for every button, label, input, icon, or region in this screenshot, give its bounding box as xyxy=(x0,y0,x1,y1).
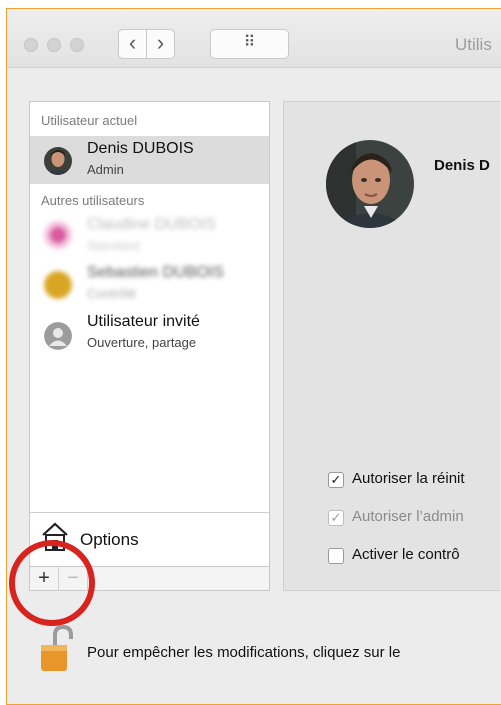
user-row-denis-dubois[interactable]: Denis DUBOIS Admin xyxy=(30,136,269,184)
show-all-button[interactable]: ⠿ xyxy=(210,29,289,59)
checkbox-label: Autoriser l’admin xyxy=(352,508,464,525)
user-role: Admin xyxy=(87,162,124,177)
guest-user-icon xyxy=(44,322,72,350)
user-name: Denis DUBOIS xyxy=(87,140,194,157)
zoom-window-button[interactable] xyxy=(70,38,84,52)
user-list: Utilisateur actuel Denis DUBOIS Admin Au… xyxy=(29,101,270,567)
title-bar: ‹ › ⠿ Utilis xyxy=(7,9,501,68)
user-name: Sebastien DUBOIS xyxy=(87,264,224,281)
user-row-sebastien-dubois[interactable]: Sebastien DUBOIS Contrôlé xyxy=(30,260,269,308)
user-role: Standard xyxy=(87,238,140,253)
chevron-right-icon: › xyxy=(156,30,165,55)
user-role: Ouverture, partage xyxy=(87,335,197,350)
allow-admin-checkbox[interactable]: ✓ xyxy=(328,510,344,526)
checkbox-label: Autoriser la réinit xyxy=(352,470,465,487)
lock-instruction-text: Pour empêcher les modifications, cliquez… xyxy=(87,644,401,661)
user-picture[interactable] xyxy=(326,140,414,228)
current-user-header: Utilisateur actuel xyxy=(41,113,138,128)
allow-reset-checkbox[interactable]: ✓ xyxy=(328,472,344,488)
grid-icon: ⠿ xyxy=(243,34,256,51)
login-options-item[interactable]: Options xyxy=(80,530,139,550)
lock-open-icon[interactable] xyxy=(35,624,75,675)
user-row-guest[interactable]: Utilisateur invité Ouverture, partage xyxy=(30,310,269,358)
back-button[interactable]: ‹ xyxy=(118,29,147,59)
close-window-button[interactable] xyxy=(24,38,38,52)
avatar xyxy=(44,221,72,249)
minimize-window-button[interactable] xyxy=(47,38,61,52)
divider xyxy=(30,512,269,513)
user-name: Claudine DUBOIS xyxy=(87,216,216,233)
chevron-left-icon: ‹ xyxy=(128,30,137,55)
avatar xyxy=(44,271,72,299)
user-detail-panel: Denis D ✓ Autoriser la réinit ✓ Autorise… xyxy=(283,101,500,591)
forward-button[interactable]: › xyxy=(146,29,175,59)
user-role: Contrôlé xyxy=(87,286,137,301)
other-users-header: Autres utilisateurs xyxy=(41,193,145,208)
highlight-circle xyxy=(9,540,95,626)
user-full-name: Denis D xyxy=(434,157,490,174)
parental-controls-checkbox[interactable] xyxy=(328,548,344,564)
avatar xyxy=(44,147,72,175)
window-title: Utilis xyxy=(455,35,492,54)
user-name: Utilisateur invité xyxy=(87,313,200,330)
user-row-claudine-dubois[interactable]: Claudine DUBOIS Standard xyxy=(30,210,269,258)
checkbox-label: Activer le contrô xyxy=(352,546,460,563)
